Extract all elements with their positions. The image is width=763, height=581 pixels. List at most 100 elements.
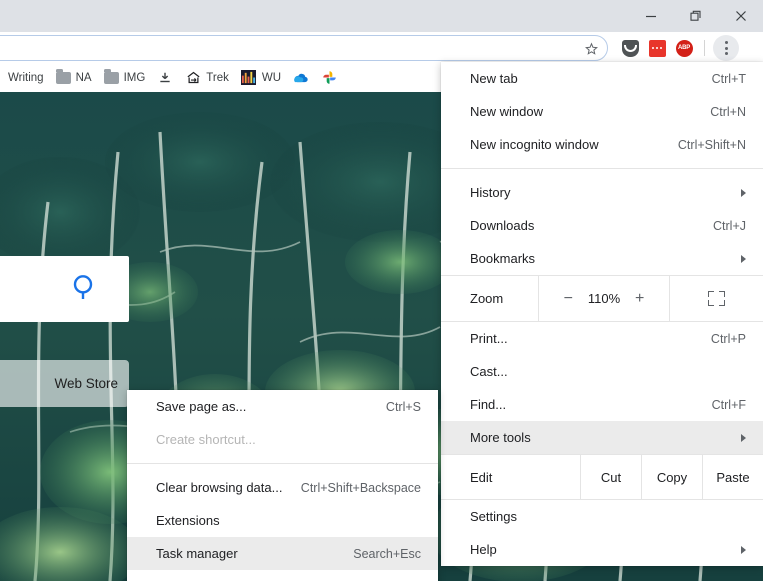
bookmark-download[interactable] (151, 66, 179, 90)
menu-item-label: Help (470, 542, 497, 557)
edit-label: Edit (470, 469, 493, 485)
bookmark-photos[interactable] (315, 66, 343, 90)
menu-item-shortcut: Ctrl+Shift+N (677, 137, 746, 152)
minimize-button[interactable] (628, 0, 673, 32)
menu-item-shortcut: Ctrl+F (711, 397, 746, 412)
ntp-shortcut-web-store[interactable]: Web Store (0, 360, 129, 407)
bookmark-folder-img[interactable]: IMG (98, 66, 152, 90)
menu-item-label: Create shortcut... (156, 432, 256, 447)
menu-item-shortcut: Ctrl+N (710, 104, 746, 119)
submenu-item-save-page-as[interactable]: Save page as... Ctrl+S (127, 390, 438, 423)
three-dot-menu-icon (724, 41, 728, 44)
zoom-level-value: 110% (587, 291, 621, 306)
menu-item-print[interactable]: Print... Ctrl+P (441, 322, 763, 355)
menu-item-new-incognito-window[interactable]: New incognito window Ctrl+Shift+N (441, 128, 763, 161)
menu-item-label: Cast... (470, 364, 508, 379)
photos-pinwheel-icon (321, 70, 337, 86)
submenu-item-task-manager[interactable]: Task manager Search+Esc (127, 537, 438, 570)
ntp-shortcut-label: Web Store (54, 376, 118, 391)
menu-item-label: Find... (470, 397, 507, 412)
menu-item-shortcut: Search+Esc (353, 546, 421, 561)
bookmark-label: Writing (8, 71, 44, 84)
address-bar[interactable] (0, 35, 608, 61)
ntp-search-box[interactable] (0, 256, 129, 322)
submenu-item-take-screenshot[interactable]: Take screenshot (127, 570, 438, 581)
menu-item-new-tab[interactable]: New tab Ctrl+T (441, 62, 763, 95)
menu-item-shortcut: Ctrl+Shift+Backspace (300, 480, 421, 495)
menu-item-label: Downloads (470, 218, 535, 233)
bookmark-label: NA (75, 71, 92, 84)
menu-item-label: Bookmarks (470, 251, 536, 266)
red-extension-button[interactable] (645, 36, 669, 60)
submenu-item-create-shortcut: Create shortcut... (127, 423, 438, 456)
adblock-plus-button[interactable]: ABP (672, 36, 696, 60)
menu-item-label: New window (470, 104, 543, 119)
menu-item-settings[interactable]: Settings (441, 500, 763, 533)
menu-item-label: Task manager (156, 546, 238, 561)
menu-item-label: Clear browsing data... (156, 480, 283, 495)
maximize-button[interactable] (673, 0, 718, 32)
menu-item-bookmarks[interactable]: Bookmarks (441, 242, 763, 275)
chevron-right-icon (741, 188, 746, 197)
menu-item-shortcut: Ctrl+S (385, 399, 421, 414)
onedrive-cloud-icon (293, 70, 309, 86)
zoom-in-button[interactable]: + (629, 290, 651, 308)
bookmark-folder-na[interactable]: NA (50, 66, 98, 90)
bookmark-star-icon[interactable] (579, 36, 603, 60)
restore-icon (689, 10, 701, 21)
menu-item-label: Save page as... (156, 399, 247, 414)
close-button[interactable] (718, 0, 763, 32)
menu-item-label: Print... (470, 331, 508, 346)
bookmark-label: WU (261, 71, 282, 84)
menu-item-label: History (470, 185, 511, 200)
zoom-out-button[interactable]: − (557, 290, 579, 308)
toolbar-divider (704, 40, 705, 56)
fullscreen-icon (708, 291, 725, 306)
menu-item-label: Extensions (156, 513, 220, 528)
bookmark-onedrive[interactable] (287, 66, 315, 90)
submenu-item-extensions[interactable]: Extensions (127, 504, 438, 537)
menu-item-more-tools[interactable]: More tools (441, 421, 763, 454)
menu-item-find[interactable]: Find... Ctrl+F (441, 388, 763, 421)
minimize-icon (645, 15, 656, 18)
zoom-label: Zoom (470, 291, 504, 306)
chrome-menu-button[interactable] (713, 35, 739, 61)
chevron-right-icon (741, 433, 746, 442)
menu-item-downloads[interactable]: Downloads Ctrl+J (441, 209, 763, 242)
title-bar (0, 0, 763, 32)
menu-item-help[interactable]: Help (441, 533, 763, 566)
browser-window: ABP Writing NA IMG Trek WU Web Store New… (0, 0, 763, 581)
menu-item-label: More tools (470, 430, 531, 445)
menu-item-label: New incognito window (470, 137, 599, 152)
cut-button[interactable]: Cut (580, 455, 641, 499)
browser-toolbar: ABP (0, 32, 763, 64)
bookmark-trek[interactable]: Trek (179, 66, 235, 90)
menu-item-history[interactable]: History (441, 176, 763, 209)
chevron-right-icon (741, 545, 746, 554)
magnifier-icon (69, 271, 101, 308)
menu-item-new-window[interactable]: New window Ctrl+N (441, 95, 763, 128)
submenu-item-clear-browsing-data[interactable]: Clear browsing data... Ctrl+Shift+Backsp… (127, 471, 438, 504)
bookmark-writing[interactable]: Writing (2, 66, 50, 90)
close-icon (735, 11, 746, 21)
chevron-right-icon (741, 254, 746, 263)
copy-button[interactable]: Copy (641, 455, 702, 499)
weather-underground-icon (241, 70, 257, 86)
download-icon (157, 70, 173, 86)
menu-item-label: Settings (470, 509, 517, 524)
trek-icon (185, 70, 201, 86)
menu-separator (441, 168, 763, 169)
menu-item-cast[interactable]: Cast... (441, 355, 763, 388)
paste-button[interactable]: Paste (702, 455, 763, 499)
chrome-main-menu: New tab Ctrl+T New window Ctrl+N New inc… (441, 62, 763, 566)
bookmark-label: Trek (206, 71, 229, 84)
bookmark-wu[interactable]: WU (235, 66, 287, 90)
menu-edit-row: Edit Cut Copy Paste (441, 454, 763, 500)
folder-icon (103, 69, 119, 84)
zoom-controls: − 110% + (538, 276, 670, 321)
pocket-extension-button[interactable] (618, 36, 642, 60)
menu-item-shortcut: Ctrl+J (713, 218, 746, 233)
fullscreen-button[interactable] (670, 276, 763, 321)
red-dots-icon (648, 39, 666, 57)
pocket-icon (621, 39, 639, 57)
